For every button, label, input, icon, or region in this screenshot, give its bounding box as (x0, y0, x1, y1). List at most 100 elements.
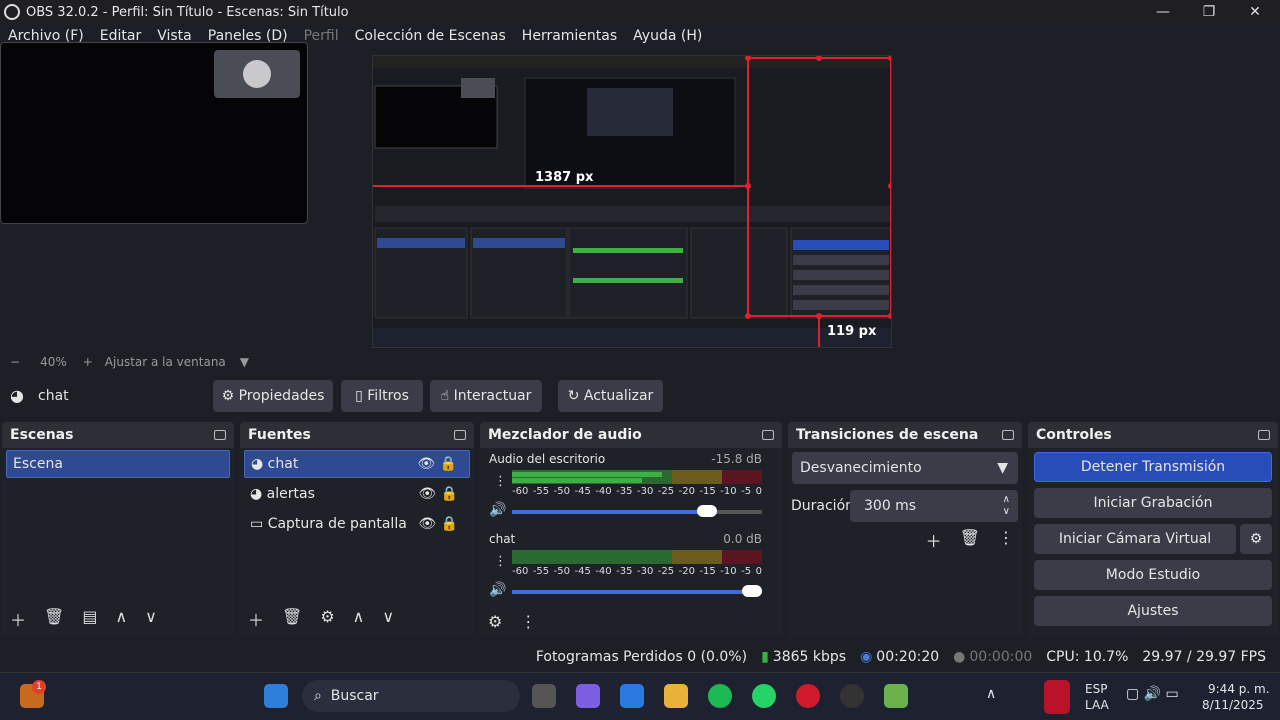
filters-button[interactable]: ▯ Filtros (341, 380, 423, 412)
start-recording-button[interactable]: Iniciar Grabación (1034, 488, 1272, 518)
undock-icon[interactable] (762, 430, 774, 440)
add-icon[interactable]: ＋ (926, 528, 942, 552)
menu-dots-icon[interactable]: ⋮ (494, 554, 507, 569)
undock-icon[interactable] (1002, 430, 1014, 440)
volume-slider[interactable] (512, 505, 762, 517)
up-icon[interactable]: ∧ (115, 607, 127, 631)
volume-handle-0[interactable] (697, 505, 717, 517)
chevron-up-icon[interactable]: ∧ (986, 686, 996, 702)
mixer-footer: ⚙ ⋮ (488, 612, 536, 631)
track-db: 0.0 dB (723, 532, 762, 546)
selected-source-name: chat (38, 388, 69, 404)
advanced-audio-icon[interactable]: ⚙ (488, 612, 502, 631)
eye-icon lock-icon[interactable]: 👁 🔒 (417, 456, 457, 472)
minecraft-icon[interactable] (884, 684, 908, 708)
clock-date[interactable]: 8/11/2025 (1202, 698, 1264, 712)
controls-dock: Controles Detener Transmisión Iniciar Gr… (1028, 422, 1278, 637)
language-1[interactable]: ESP (1085, 682, 1107, 696)
zoom-fit-select[interactable]: Ajustar a la ventana (105, 355, 226, 369)
filter-icon[interactable]: ▤ (82, 607, 97, 631)
trash-icon[interactable]: 🗑 (960, 528, 980, 552)
minimize-button[interactable]: — (1140, 0, 1186, 24)
virtual-camera-button[interactable]: Iniciar Cámara Virtual (1034, 524, 1236, 554)
settings-button[interactable]: Ajustes (1034, 596, 1272, 626)
scenes-footer: ＋ 🗑 ▤ ∧ ∨ (10, 607, 157, 631)
network-icon[interactable]: ▢ 🔊 ▭ (1126, 686, 1179, 702)
store-icon[interactable] (620, 684, 644, 708)
spinner-icon[interactable]: ∧ ∨ (1003, 494, 1010, 518)
source-item-chat[interactable]: ◕ chat 👁 🔒 (244, 450, 470, 478)
duration-input[interactable]: 300 ms ∧ ∨ (850, 490, 1018, 522)
interact-button[interactable]: ☝ Interactuar (430, 380, 542, 412)
volume-handle-1[interactable] (742, 585, 762, 597)
copilot-icon[interactable] (576, 684, 600, 708)
refresh-button[interactable]: ↻ Actualizar (558, 380, 663, 412)
audio-meter (512, 470, 762, 484)
source-item-alertas[interactable]: ◕ alertas 👁 🔒 (244, 480, 470, 508)
scenes-title: Escenas (10, 427, 74, 443)
eye-icon lock-icon[interactable]: 👁 🔒 (418, 486, 458, 502)
speaker-icon[interactable]: 🔊 (489, 582, 506, 598)
properties-button[interactable]: ⚙ Propiedades (213, 380, 333, 412)
transition-select[interactable]: Desvanecimiento ▼ (792, 452, 1018, 484)
interact-label: Interactuar (453, 388, 532, 404)
clock-time[interactable]: 9:44 p. m. (1208, 682, 1270, 696)
program-canvas[interactable]: 1387 px 119 px (372, 55, 892, 348)
trash-icon[interactable]: 🗑 (44, 607, 64, 631)
obs-icon[interactable] (840, 684, 864, 708)
scenes-dock: Escenas Escena ＋ 🗑 ▤ ∧ ∨ (2, 422, 234, 637)
track-name: Audio del escritorio (489, 452, 606, 466)
whatsapp-icon[interactable] (752, 684, 776, 708)
menu-dots-icon[interactable]: ⋮ (998, 528, 1014, 552)
folder-icon[interactable] (664, 684, 688, 708)
menu-coleccion[interactable]: Colección de Escenas (347, 28, 514, 44)
source-label: Captura de pantalla (267, 516, 407, 532)
source-label: alertas (266, 486, 315, 502)
taskbar-search[interactable]: ⌕ Buscar (302, 680, 520, 712)
speaker-icon[interactable]: 🔊 (489, 502, 506, 518)
maximize-button[interactable]: ❐ (1186, 0, 1232, 24)
studio-mode-button[interactable]: Modo Estudio (1034, 560, 1272, 590)
chevron-down-icon[interactable]: ▼ (240, 355, 249, 369)
undock-icon[interactable] (454, 430, 466, 440)
undock-icon[interactable] (1258, 430, 1270, 440)
trash-icon[interactable]: 🗑 (282, 607, 302, 631)
source-label: chat (267, 456, 299, 472)
up-icon[interactable]: ∧ (353, 607, 365, 631)
gear-icon[interactable]: ⚙ (320, 607, 334, 631)
signal-icon: ▮ (761, 649, 769, 665)
add-icon[interactable]: ＋ (10, 607, 26, 631)
close-button[interactable]: ✕ (1232, 0, 1278, 24)
windows-start-icon[interactable] (264, 684, 288, 708)
opera-icon[interactable] (796, 684, 820, 708)
zoom-out-button[interactable]: − (10, 355, 20, 369)
spotify-icon[interactable] (708, 684, 732, 708)
source-item-captura[interactable]: ▭ Captura de pantalla 👁 🔒 (244, 510, 470, 538)
volume-fill-0 (512, 510, 717, 514)
down-icon[interactable]: ∨ (382, 607, 394, 631)
language-2[interactable]: LAA (1085, 698, 1109, 712)
stop-stream-button[interactable]: Detener Transmisión (1034, 452, 1272, 482)
record-icon: ● (953, 649, 966, 665)
menu-herramientas[interactable]: Herramientas (514, 28, 625, 44)
zoom-in-button[interactable]: + (83, 355, 93, 369)
track-name: chat (489, 532, 516, 546)
zoom-level: 40% (40, 355, 67, 369)
audio-meter (512, 550, 762, 564)
menu-dots-icon[interactable]: ⋮ (494, 474, 507, 489)
menu-ayuda[interactable]: Ayuda (H) (625, 28, 710, 44)
gear-icon[interactable]: ⚙ (1240, 524, 1272, 554)
undock-icon[interactable] (214, 430, 226, 440)
sources-title: Fuentes (248, 427, 311, 443)
eye-icon lock-icon[interactable]: 👁 🔒 (418, 516, 458, 532)
microphone-icon[interactable] (1044, 680, 1070, 714)
search-icon: ⌕ (314, 688, 331, 704)
task-view-icon[interactable] (532, 684, 556, 708)
broadcast-icon: ◉ (860, 649, 873, 665)
transition-actions: ＋ 🗑 ⋮ (926, 528, 1014, 552)
menu-dots-icon[interactable]: ⋮ (520, 612, 536, 631)
down-icon[interactable]: ∨ (145, 607, 157, 631)
volume-slider[interactable] (512, 585, 762, 597)
scene-item[interactable]: Escena (6, 450, 230, 478)
add-icon[interactable]: ＋ (248, 607, 264, 631)
